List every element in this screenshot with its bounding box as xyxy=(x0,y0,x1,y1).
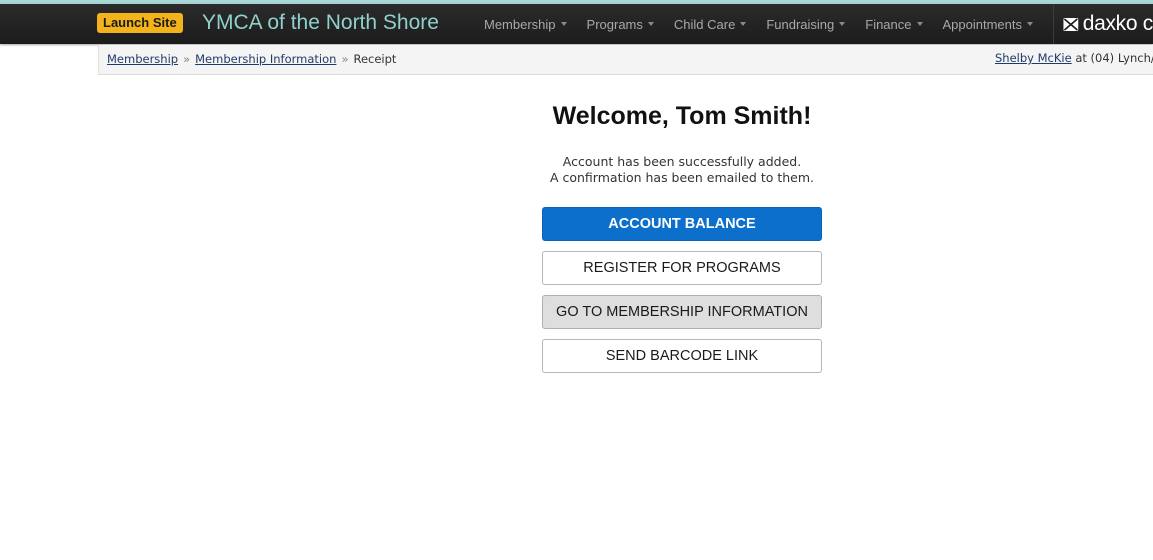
top-navbar: Launch Site YMCA of the North Shore Memb… xyxy=(0,4,1153,44)
menu-finance[interactable]: Finance xyxy=(855,17,932,32)
daxko-logo[interactable]: daxko c xyxy=(1053,4,1153,44)
message-line-2: A confirmation has been emailed to them. xyxy=(549,170,815,185)
welcome-heading: Welcome, Tom Smith! xyxy=(552,102,812,130)
user-location: at (04) Lynch/ xyxy=(1075,51,1153,65)
caret-down-icon xyxy=(1027,22,1033,26)
menu-fundraising-label: Fundraising xyxy=(766,16,835,32)
menu-appointments[interactable]: Appointments xyxy=(933,17,1044,32)
menu-membership-label: Membership xyxy=(484,16,556,32)
menu-programs-label: Programs xyxy=(586,16,643,32)
caret-down-icon xyxy=(560,22,567,26)
confirmation-message: Account has been successfully added. A c… xyxy=(442,154,922,186)
breadcrumb-bar: Membership » Membership Information » Receip… xyxy=(98,45,1153,75)
main-menu: Membership Programs Child Care Fundraisi… xyxy=(474,4,1043,44)
menu-appointments-label: Appointments xyxy=(942,16,1023,32)
breadcrumb-separator: » xyxy=(183,52,191,66)
account-balance-button[interactable]: ACCOUNT BALANCE xyxy=(542,207,822,241)
send-barcode-link-button[interactable]: SEND BARCODE LINK xyxy=(542,339,822,373)
menu-programs[interactable]: Programs xyxy=(577,17,664,32)
organization-title[interactable]: YMCA of the North Shore xyxy=(202,10,439,36)
register-for-programs-button[interactable]: REGISTER FOR PROGRAMS xyxy=(542,251,822,285)
envelope-logo-icon xyxy=(1063,17,1079,31)
caret-down-icon xyxy=(647,22,654,26)
launch-site-button[interactable]: Launch Site xyxy=(97,13,183,33)
breadcrumb-current: Receipt xyxy=(353,52,397,66)
menu-fundraising[interactable]: Fundraising xyxy=(756,17,855,32)
caret-down-icon xyxy=(740,22,747,26)
caret-down-icon xyxy=(839,22,846,26)
breadcrumb-membership-information-link[interactable]: Membership Information xyxy=(195,52,336,66)
breadcrumb: Membership » Membership Information » Receip… xyxy=(107,52,396,66)
caret-down-icon xyxy=(916,22,923,26)
menu-child-care[interactable]: Child Care xyxy=(664,17,756,32)
go-to-membership-information-button[interactable]: GO TO MEMBERSHIP INFORMATION xyxy=(542,295,822,329)
user-info: Shelby McKie at (04) Lynch/ xyxy=(995,51,1153,65)
menu-finance-label: Finance xyxy=(865,16,912,32)
menu-child-care-label: Child Care xyxy=(673,16,736,32)
menu-membership[interactable]: Membership xyxy=(474,17,577,32)
message-line-1: Account has been successfully added. xyxy=(562,154,802,169)
receipt-panel: Welcome, Tom Smith! Account has been suc… xyxy=(442,96,922,373)
daxko-logo-text: daxko c xyxy=(1082,12,1153,35)
breadcrumb-membership-link[interactable]: Membership xyxy=(107,52,178,66)
user-name-link[interactable]: Shelby McKie xyxy=(995,51,1072,65)
breadcrumb-separator: » xyxy=(341,52,349,66)
